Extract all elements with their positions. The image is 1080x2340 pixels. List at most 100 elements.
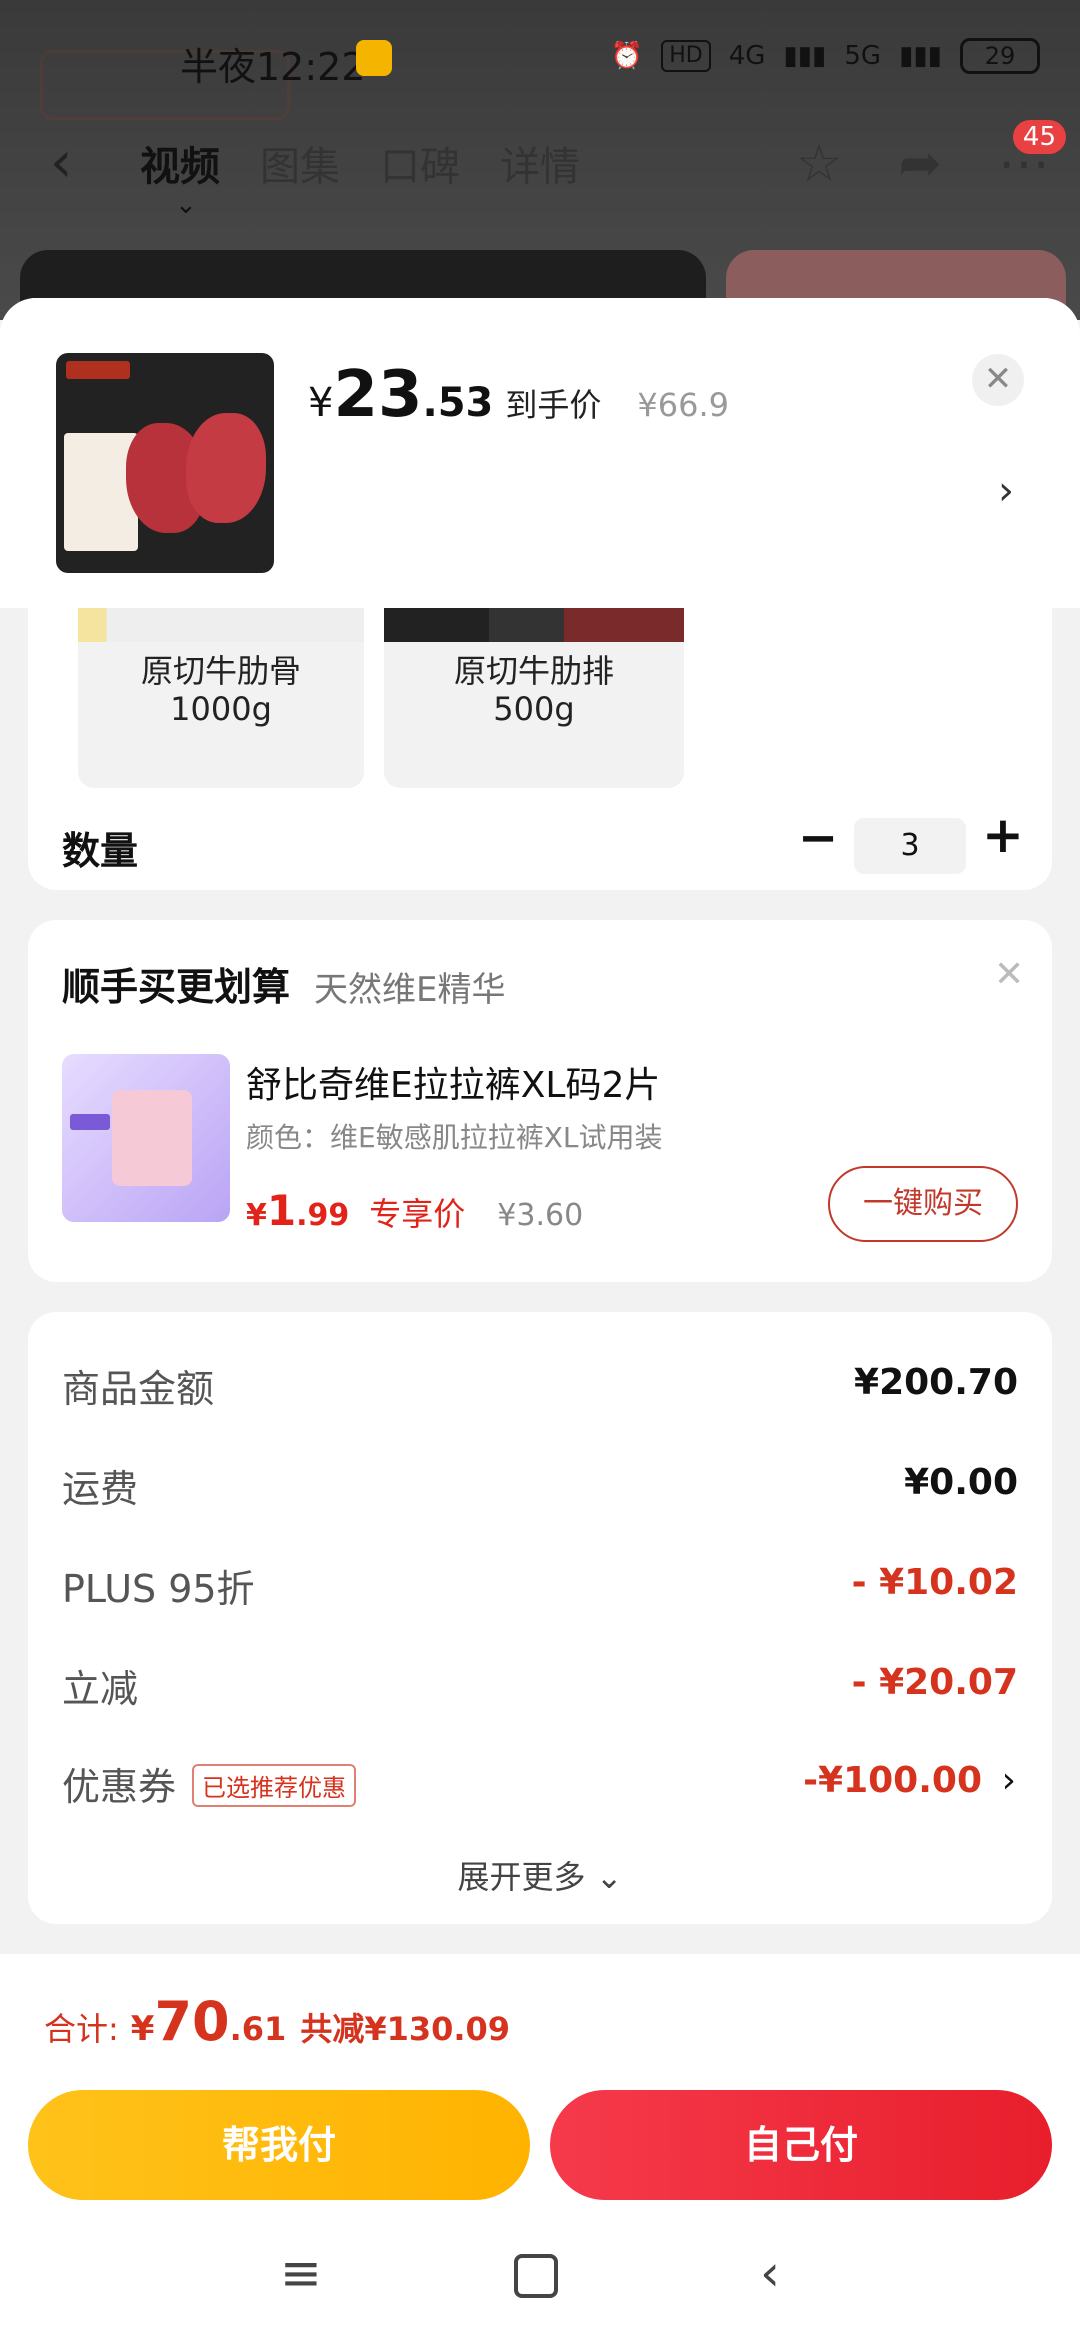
total-decimal: .61 [229, 2010, 287, 2048]
summary-label: 立减 [62, 1667, 139, 1711]
tab-reviews[interactable]: 口碑 [380, 134, 460, 192]
upsell-product-image[interactable] [62, 1054, 230, 1222]
summary-value: ¥0.00 [904, 1462, 1018, 1503]
help-pay-button[interactable]: 帮我付 [28, 2090, 530, 2200]
price-currency: ¥ [246, 1198, 267, 1233]
summary-label: PLUS 95折 [62, 1567, 255, 1611]
price-currency: ¥ [308, 380, 334, 426]
signal-icon: ▮▮▮ [783, 41, 827, 71]
variant-name: 原切牛肋骨 [140, 652, 301, 690]
top-nav: ‹ 视频 图集 口碑 详情 ⌄ ☆ ➦ ⋯ 45 [0, 120, 1080, 220]
product-thumbnail[interactable] [56, 353, 274, 573]
variant-size: 500g [493, 690, 575, 728]
home-icon[interactable] [514, 2254, 558, 2298]
notification-badge: 45 [1012, 120, 1066, 154]
price-decimal: .53 [422, 380, 494, 426]
variant-name: 原切牛肋排 [453, 652, 614, 690]
star-icon[interactable]: ☆ [796, 134, 843, 194]
tab-video[interactable]: 视频 [140, 134, 220, 192]
total-integer: 70 [154, 1990, 230, 2053]
summary-value: -¥100.00 [803, 1760, 982, 1801]
price-tag: 专享价 [369, 1195, 466, 1233]
sheet-header: ¥ 23 .53 到手价 ¥66.9 ✕ › [0, 298, 1080, 608]
signal-4g: 4G [728, 41, 766, 71]
tab-gallery[interactable]: 图集 [260, 134, 340, 192]
minus-icon[interactable]: − [798, 810, 838, 866]
status-indicators: ⏰ HD 4G ▮▮▮ 5G ▮▮▮ 29 [611, 38, 1040, 74]
total-row: 合计: ¥ 70 .61 共减¥130.09 [44, 1990, 510, 2053]
image-tag [70, 1114, 110, 1130]
plus-icon[interactable]: + [982, 806, 1024, 864]
chevron-right-icon[interactable]: › [998, 468, 1014, 514]
menu-icon[interactable]: ≡ [280, 2244, 322, 2302]
signal-icon: ▮▮▮ [899, 41, 942, 71]
image-pack [112, 1090, 192, 1186]
variant-image [78, 608, 364, 642]
variant-option[interactable]: 原切牛肋排 500g [384, 608, 684, 788]
chevron-down-icon: ⌄ [595, 1858, 623, 1896]
upsell-card: 顺手买更划算 天然维E精华 ✕ 舒比奇维E拉拉裤XL码2片 颜色：维E敏感肌拉拉… [28, 920, 1052, 1282]
quantity-label: 数量 [62, 829, 139, 873]
total-savings: 共减¥130.09 [300, 2010, 511, 2048]
total-currency: ¥ [130, 2009, 155, 2049]
purchase-sheet: ¥ 23 .53 到手价 ¥66.9 ✕ › 原切牛肋骨 1000g 原切牛肋排… [0, 298, 1080, 1954]
variants-card: 原切牛肋骨 1000g 原切牛肋排 500g 数量 − 3 + [28, 608, 1052, 890]
price-decimal: .99 [296, 1198, 350, 1233]
top-tabs: 视频 图集 口碑 详情 [140, 134, 580, 192]
upsell-product-spec: 颜色：维E敏感肌拉拉裤XL试用装 [246, 1121, 663, 1154]
original-price: ¥3.60 [497, 1198, 584, 1233]
summary-label: 商品金额 [62, 1367, 215, 1411]
upsell-price: ¥ 1 .99 专享价 ¥3.60 [246, 1186, 583, 1235]
price-tag: 到手价 [505, 386, 602, 424]
checkout-bar: 合计: ¥ 70 .61 共减¥130.09 帮我付 自己付 ≡ ‹ [0, 1954, 1080, 2340]
signal-5g: 5G [844, 41, 882, 71]
tab-details[interactable]: 详情 [500, 134, 580, 192]
tab-indicator-icon: ⌄ [175, 190, 197, 220]
system-nav-bar: ≡ ‹ [0, 2234, 1080, 2334]
upsell-title: 顺手买更划算 [62, 965, 291, 1009]
summary-value: - ¥10.02 [851, 1562, 1018, 1603]
expand-label: 展开更多 [457, 1858, 586, 1896]
variant-size: 1000g [170, 690, 272, 728]
back-icon[interactable]: ‹ [760, 2244, 780, 2302]
status-time: 半夜12:22 [180, 45, 366, 89]
status-bar: 半夜12:22 ⏰ HD 4G ▮▮▮ 5G ▮▮▮ 29 [0, 0, 1080, 120]
upsell-subtitle: 天然维E精华 [314, 970, 506, 1010]
coupon-badge: 已选推荐优惠 [192, 1764, 356, 1807]
price-integer: 1 [266, 1186, 297, 1235]
total-label: 合计: [44, 2010, 119, 2048]
share-icon[interactable]: ➦ [898, 134, 942, 194]
one-click-buy-button[interactable]: 一键购买 [828, 1166, 1018, 1242]
summary-row: 立减 - ¥20.07 [62, 1658, 1018, 1718]
coupon-row[interactable]: 优惠券 已选推荐优惠 -¥100.00 › [62, 1756, 1016, 1816]
top-actions: ☆ ➦ ⋯ [796, 134, 1050, 194]
expand-more-button[interactable]: 展开更多 ⌄ [28, 1852, 1052, 1898]
thumb-logo [66, 361, 130, 379]
summary-row: 运费 ¥0.00 [62, 1458, 1018, 1518]
thumb-meat [186, 413, 266, 523]
price-integer: 23 [333, 358, 423, 432]
close-icon[interactable]: ✕ [994, 954, 1024, 995]
background-page: 半夜12:22 ⏰ HD 4G ▮▮▮ 5G ▮▮▮ 29 ‹ 视频 图集 口碑… [0, 0, 1080, 340]
battery-icon: 29 [960, 38, 1040, 74]
order-summary: 商品金额 ¥200.70 运费 ¥0.00 PLUS 95折 - ¥10.02 … [28, 1312, 1052, 1924]
summary-value: ¥200.70 [854, 1362, 1018, 1403]
product-price: ¥ 23 .53 到手价 ¥66.9 [308, 358, 729, 432]
quantity-input[interactable]: 3 [854, 818, 966, 874]
summary-row: PLUS 95折 - ¥10.02 [62, 1558, 1018, 1618]
weibo-icon [356, 40, 392, 76]
hd-icon: HD [661, 40, 711, 72]
chevron-right-icon[interactable]: › [1002, 1760, 1016, 1801]
close-icon[interactable]: ✕ [972, 354, 1024, 406]
original-price: ¥66.9 [637, 386, 729, 424]
back-icon[interactable]: ‹ [50, 130, 72, 195]
summary-row: 商品金额 ¥200.70 [62, 1358, 1018, 1418]
upsell-product-name[interactable]: 舒比奇维E拉拉裤XL码2片 [246, 1056, 660, 1108]
summary-label: 运费 [62, 1467, 139, 1511]
variant-option[interactable]: 原切牛肋骨 1000g [78, 608, 364, 788]
variant-image [384, 608, 684, 642]
self-pay-button[interactable]: 自己付 [550, 2090, 1052, 2200]
summary-value: - ¥20.07 [851, 1662, 1018, 1703]
alarm-icon: ⏰ [610, 41, 644, 71]
summary-label: 优惠券 [62, 1765, 177, 1809]
